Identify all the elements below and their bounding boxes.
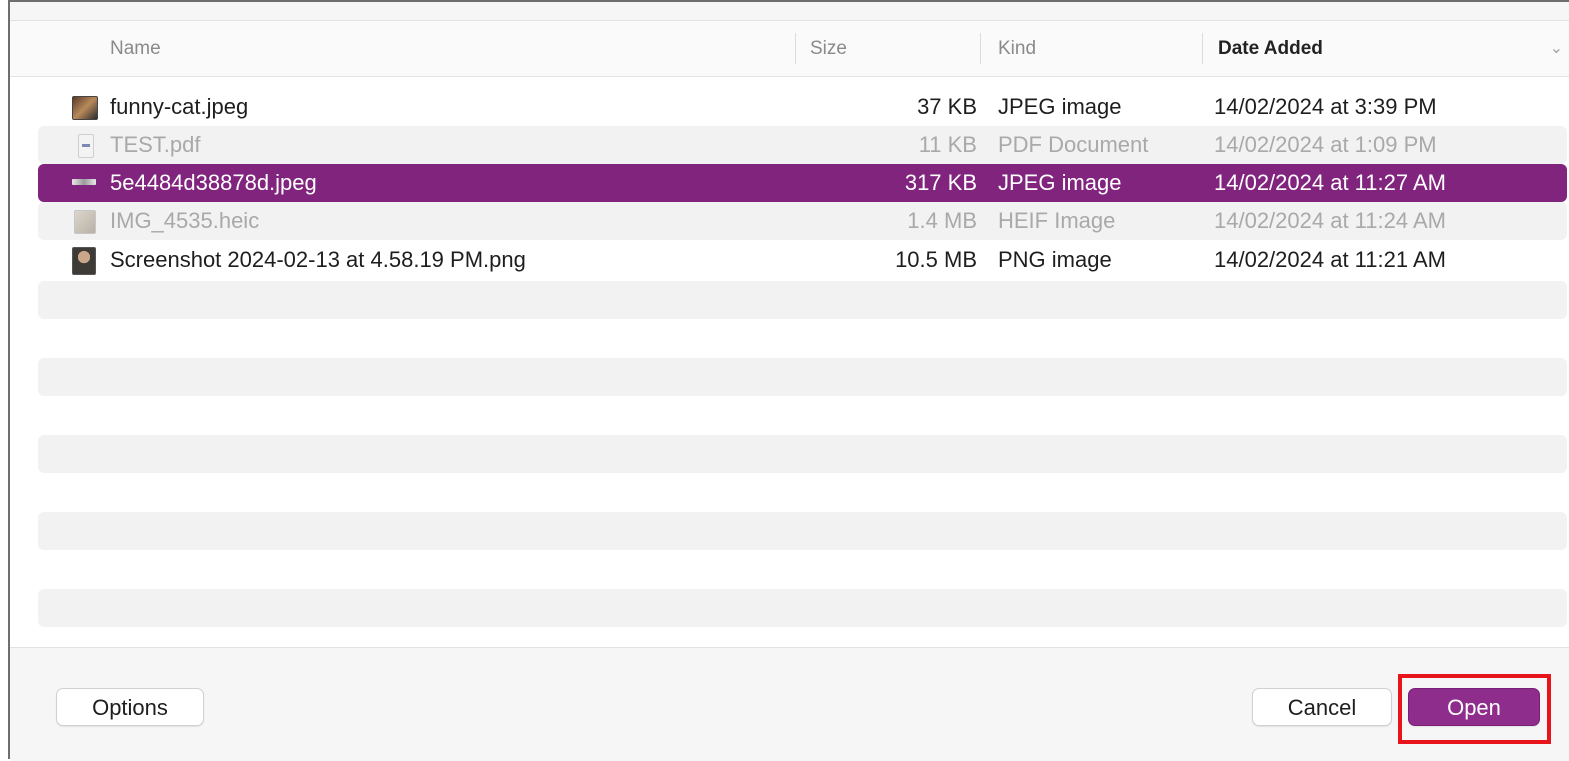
file-name: 5e4484d38878d.jpeg — [110, 170, 317, 195]
png-thumbnail-icon — [72, 247, 96, 275]
chevron-down-icon[interactable]: ⌄ — [1550, 21, 1563, 76]
empty-row — [38, 589, 1567, 627]
file-size: 10.5 MB — [895, 247, 977, 272]
file-list[interactable]: Name Size Kind Date Added ⌄ funny-cat.jp… — [10, 20, 1569, 648]
open-button-highlight — [1398, 674, 1551, 744]
file-size: 1.4 MB — [907, 208, 977, 233]
jpeg-thumbnail-icon — [72, 96, 98, 120]
file-size: 11 KB — [918, 132, 977, 157]
file-kind: JPEG image — [998, 170, 1122, 195]
pdf-document-icon — [78, 134, 94, 158]
column-divider[interactable] — [795, 33, 796, 64]
jpeg-thumbnail-icon — [72, 179, 96, 185]
file-date-added: 14/02/2024 at 3:39 PM — [1214, 94, 1437, 119]
column-header-name[interactable]: Name — [110, 21, 161, 76]
file-row-screenshot[interactable]: Screenshot 2024-02-13 at 4.58.19 PM.png … — [38, 241, 1567, 279]
file-date-added: 14/02/2024 at 1:09 PM — [1214, 132, 1437, 157]
column-header-kind[interactable]: Kind — [998, 21, 1036, 76]
empty-row — [38, 435, 1567, 473]
file-kind: JPEG image — [998, 94, 1122, 119]
file-kind: PDF Document — [998, 132, 1149, 157]
file-row-test-pdf: TEST.pdf 11 KB PDF Document 14/02/2024 a… — [38, 126, 1567, 164]
file-kind: HEIF Image — [998, 208, 1116, 233]
file-size: 317 KB — [904, 170, 977, 195]
file-name: TEST.pdf — [110, 132, 201, 157]
options-button[interactable]: Options — [56, 688, 204, 726]
column-header-size[interactable]: Size — [810, 21, 847, 76]
column-header-bar: Name Size Kind Date Added ⌄ — [10, 21, 1569, 77]
column-header-date-added[interactable]: Date Added — [1218, 21, 1323, 76]
dialog-footer: Options Cancel Open — [10, 648, 1569, 761]
empty-row — [38, 281, 1567, 319]
column-divider[interactable] — [1202, 33, 1203, 64]
file-row-funny-cat[interactable]: funny-cat.jpeg 37 KB JPEG image 14/02/20… — [38, 88, 1567, 126]
file-date-added: 14/02/2024 at 11:21 AM — [1214, 247, 1446, 272]
file-name: funny-cat.jpeg — [110, 94, 249, 119]
file-open-dialog: Name Size Kind Date Added ⌄ funny-cat.jp… — [8, 0, 1569, 761]
file-row-5e4484d38878d[interactable]: 5e4484d38878d.jpeg 317 KB JPEG image 14/… — [38, 164, 1567, 202]
file-row-img-4535: IMG_4535.heic 1.4 MB HEIF Image 14/02/20… — [38, 202, 1567, 240]
file-name: IMG_4535.heic — [110, 208, 260, 233]
cancel-button[interactable]: Cancel — [1252, 688, 1392, 726]
heic-thumbnail-icon — [74, 210, 96, 234]
column-divider[interactable] — [980, 33, 981, 64]
file-date-added: 14/02/2024 at 11:24 AM — [1214, 208, 1446, 233]
empty-row — [38, 512, 1567, 550]
file-kind: PNG image — [998, 247, 1112, 272]
file-date-added: 14/02/2024 at 11:27 AM — [1214, 170, 1446, 195]
empty-row — [38, 358, 1567, 396]
file-size: 37 KB — [917, 94, 977, 119]
file-name: Screenshot 2024-02-13 at 4.58.19 PM.png — [110, 247, 526, 272]
